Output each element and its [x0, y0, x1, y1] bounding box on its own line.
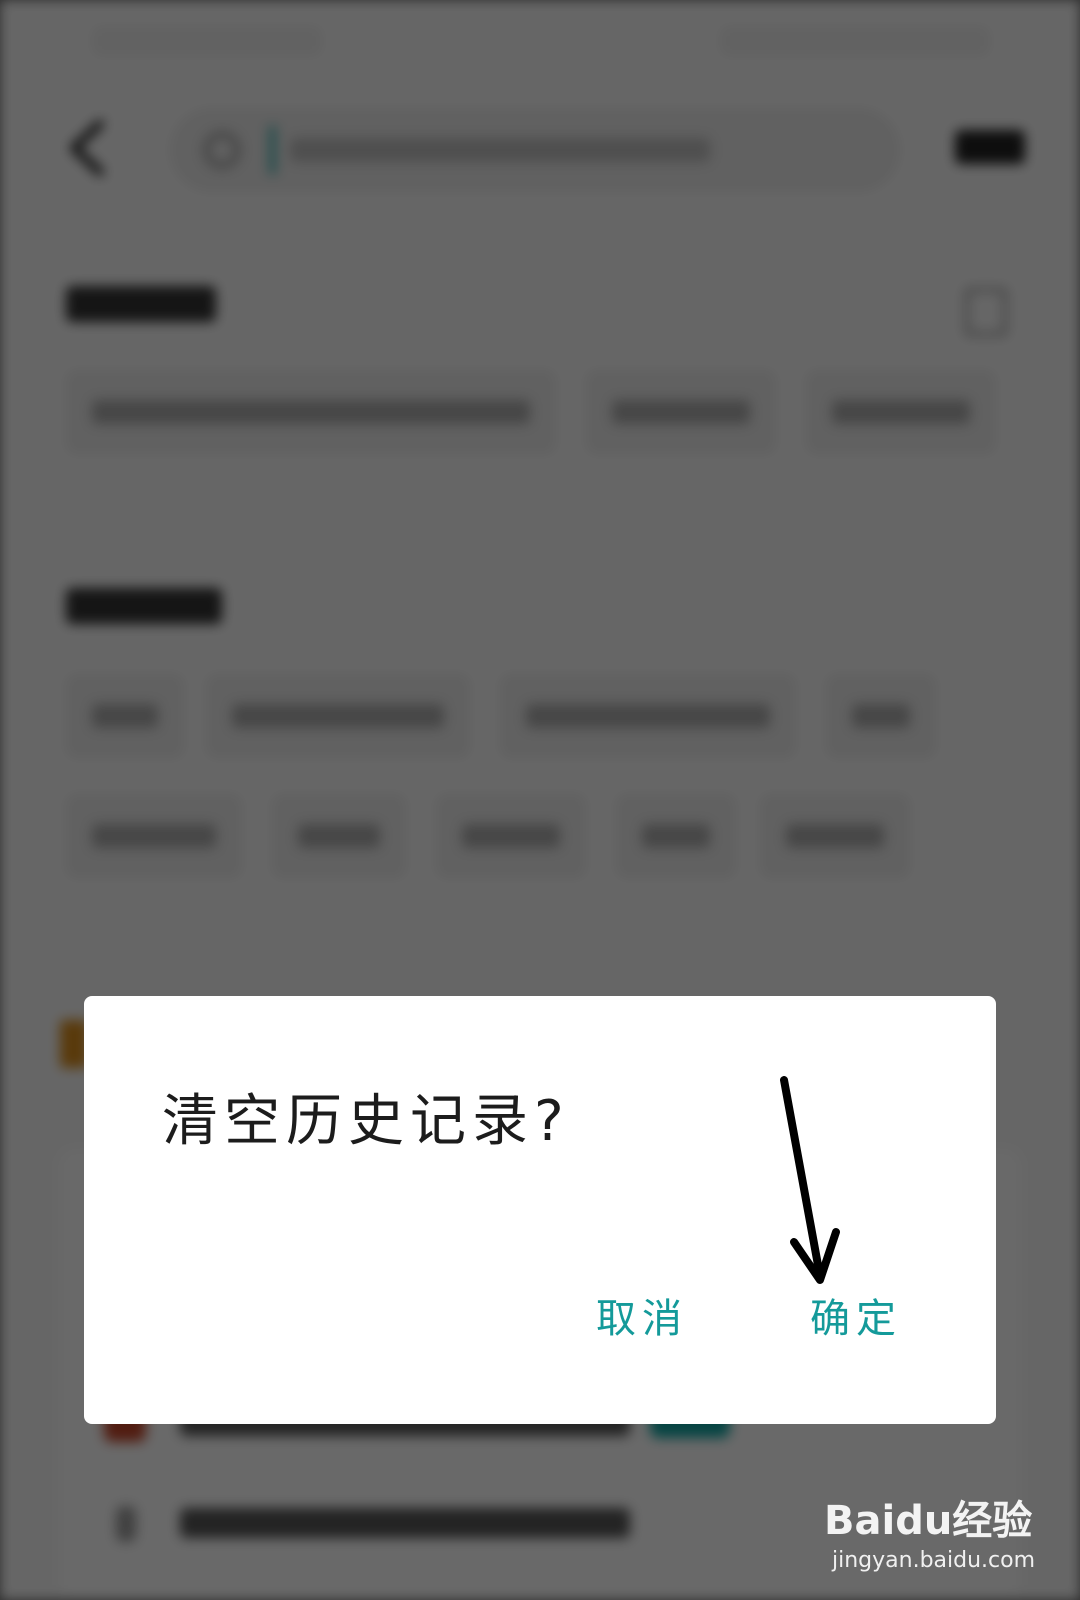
annotation-arrow-icon — [780, 1076, 840, 1284]
baidu-jingyan-watermark: Baidu经验 jingyan.baidu.com — [824, 1488, 1050, 1588]
watermark-logo: Baidu经验 — [824, 1498, 1033, 1544]
dialog-title: 清空历史记录? — [162, 1089, 570, 1154]
watermark-url: jingyan.baidu.com — [832, 1548, 1036, 1573]
cancel-button[interactable]: 取消 — [596, 1286, 688, 1344]
